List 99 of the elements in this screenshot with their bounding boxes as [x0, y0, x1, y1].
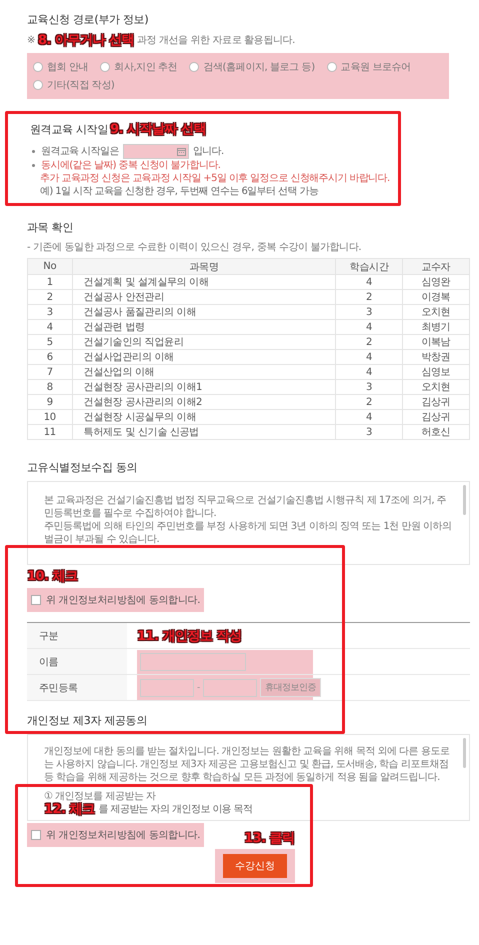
column-header: 교수자	[402, 258, 470, 274]
radio-label[interactable]: 검색(홈페이지, 블로그 등)	[203, 60, 315, 74]
table-cell: 3	[28, 304, 72, 320]
warning-text: 동시에(같은 날짜) 중복 신청이 불가합니다.	[41, 159, 220, 172]
table-cell: 3	[336, 424, 402, 440]
section-title: 원격교육 시작일	[30, 122, 108, 136]
radio-button[interactable]	[33, 80, 43, 90]
bullet-icon	[32, 150, 35, 153]
list-item: 를 제공받는 자의 개인정보 이용 목적	[98, 803, 252, 816]
note-mark: ※	[27, 34, 35, 46]
annotation-label: 13. 클릭	[244, 830, 295, 847]
table-cell: 심영보	[402, 364, 470, 380]
date-prefix: 원격교육 시작일은	[41, 145, 119, 158]
table-cell: 4	[28, 320, 72, 334]
row-label: 주민등록	[27, 674, 127, 700]
example-text: 예) 1일 시작 교육을 신청한 경우, 두번째 연수는 6일부터 선택 가능	[40, 185, 318, 198]
section-title: 교육신청 경로(부가 정보)	[27, 12, 150, 27]
note-text: 과정 개선을 위한 자료로 활용됩니다.	[137, 34, 295, 47]
table-cell: 이복남	[402, 334, 470, 350]
table-cell: 2	[336, 290, 402, 304]
consent-paragraph: 본 교육과정은 건설기술진흥법 법정 직무교육으로 건설기술진흥법 시행규칙 제 17조에 의거, 주민등록번호를 필수로 수집하여야 합니다.	[44, 494, 448, 520]
table-cell: 건설산업의 이해	[72, 364, 336, 380]
table-cell: 건설공사 품질관리의 이해	[72, 304, 336, 320]
section-title: 고유식별정보수집 동의	[27, 460, 138, 475]
table-cell: 9	[28, 394, 72, 410]
table-cell: 특허제도 및 신기술 신공법	[72, 424, 336, 440]
table-cell: 1	[28, 274, 72, 290]
table-cell: 김상귀	[402, 410, 470, 424]
table-cell: 3	[336, 304, 402, 320]
table-cell: 오치현	[402, 304, 470, 320]
table-cell: 2	[336, 334, 402, 350]
column-header: 학습시간	[336, 258, 402, 274]
scrollbar	[463, 485, 466, 515]
resident-number-field[interactable]	[140, 678, 194, 696]
table-cell: 4	[336, 274, 402, 290]
column-header: 과목명	[72, 258, 336, 274]
table-cell: 10	[28, 410, 72, 424]
table-cell: 건설현장 공사관리의 이해1	[72, 380, 336, 394]
radio-button[interactable]	[326, 62, 337, 72]
table-cell: 건설관련 법령	[72, 320, 336, 334]
radio-label[interactable]: 기타(직접 작성)	[47, 78, 114, 92]
radio-label[interactable]: 협회 안내	[47, 60, 88, 74]
table-cell: 건설현장 시공실무의 이해	[72, 410, 336, 424]
column-header: No	[28, 258, 72, 274]
table-cell: 3	[336, 380, 402, 394]
table-cell: 건설사업관리의 이해	[72, 350, 336, 364]
annotation-label: 11. 개인정보 작성	[137, 628, 242, 644]
table-cell: 김상귀	[402, 394, 470, 410]
table-cell: 8	[28, 380, 72, 394]
consent-paragraph: 개인정보에 대한 동의를 받는 절차입니다. 개인정보는 원활한 교육을 위해 목적 외에 다른 용도로는 사용하지 않습니다. 개인정보 제3자 제공은 고용보험신고 및 환급, 도서배송, 학습 리포트채점 등 학습을 위해 제공하는 것으로 향후 학습하실 모든 과정에 동일하게 적용 됨을 알려드립니다.	[44, 745, 450, 784]
table-cell: 2	[336, 394, 402, 410]
annotation-label: 8. 아무거나 선택	[38, 32, 134, 49]
table-cell: 11	[28, 424, 72, 440]
table-cell: 2	[28, 290, 72, 304]
table-cell: 최병기	[402, 320, 470, 334]
table-note: - 기존에 동일한 과정으로 수료한 이력이 있으신 경우, 중복 수강이 불가합니다.	[27, 241, 362, 254]
name-field[interactable]	[140, 652, 246, 670]
table-cell: 건설공사 안전관리	[72, 290, 336, 304]
table-cell: 4	[336, 350, 402, 364]
table-cell: 심영완	[402, 274, 470, 290]
table-cell: 건설계획 및 설계실무의 이해	[72, 274, 336, 290]
table-cell: 6	[28, 350, 72, 364]
bullet-icon	[32, 164, 35, 167]
list-item: ① 개인정보를 제공받는 자	[44, 790, 157, 803]
submit-button[interactable]: 수강신청	[223, 854, 287, 878]
table-cell: 4	[336, 320, 402, 334]
resident-number-field[interactable]	[202, 678, 257, 696]
table-cell: 박창권	[402, 350, 470, 364]
annotation-label: 12. 체크	[44, 803, 95, 816]
table-cell: 건설기술인의 직업윤리	[72, 334, 336, 350]
table-cell: 이경복	[402, 290, 470, 304]
date-suffix: 입니다.	[192, 145, 224, 158]
section-title: 과목 확인	[27, 220, 74, 235]
table-cell: 건설현장 공사관리의 이해2	[72, 394, 336, 410]
annotation-label: 10. 체크	[27, 568, 79, 585]
calendar-icon[interactable]	[176, 147, 186, 156]
table-cell: 4	[336, 410, 402, 424]
verify-button[interactable]: 휴대정보인증	[260, 678, 321, 697]
checkbox[interactable]	[31, 830, 41, 840]
row-label: 구분	[27, 622, 127, 648]
radio-label[interactable]: 교육원 브로슈어	[340, 60, 411, 74]
table-cell: 오치현	[402, 380, 470, 394]
separator-text: -	[197, 682, 200, 692]
radio-button[interactable]	[100, 62, 110, 72]
row-label: 이름	[27, 648, 127, 674]
section-title: 개인정보 제3자 제공동의	[27, 713, 148, 728]
table-cell: 5	[28, 334, 72, 350]
radio-button[interactable]	[33, 62, 43, 72]
checkbox[interactable]	[31, 595, 41, 605]
scrollbar	[463, 738, 466, 768]
date-field[interactable]	[122, 144, 189, 159]
radio-label[interactable]: 회사,지인 추천	[114, 60, 178, 74]
consent-paragraph: 주민등록법에 의해 타인의 주민번호를 부정 사용하게 되면 3년 이하의 징역 또는 1천 만원 이하의 벌금이 부과될 수 있습니다.	[44, 520, 453, 546]
warning-text: 추가 교육과정 신청은 교육과정 시작일 +5일 이후 일정으로 신청해주시기 바랍니다.	[40, 172, 390, 185]
table-cell: 허호신	[402, 424, 470, 440]
table-cell: 7	[28, 364, 72, 380]
table-cell: 4	[336, 364, 402, 380]
annotation-label: 9. 시작날짜 선택	[110, 121, 206, 138]
radio-button[interactable]	[189, 62, 200, 72]
